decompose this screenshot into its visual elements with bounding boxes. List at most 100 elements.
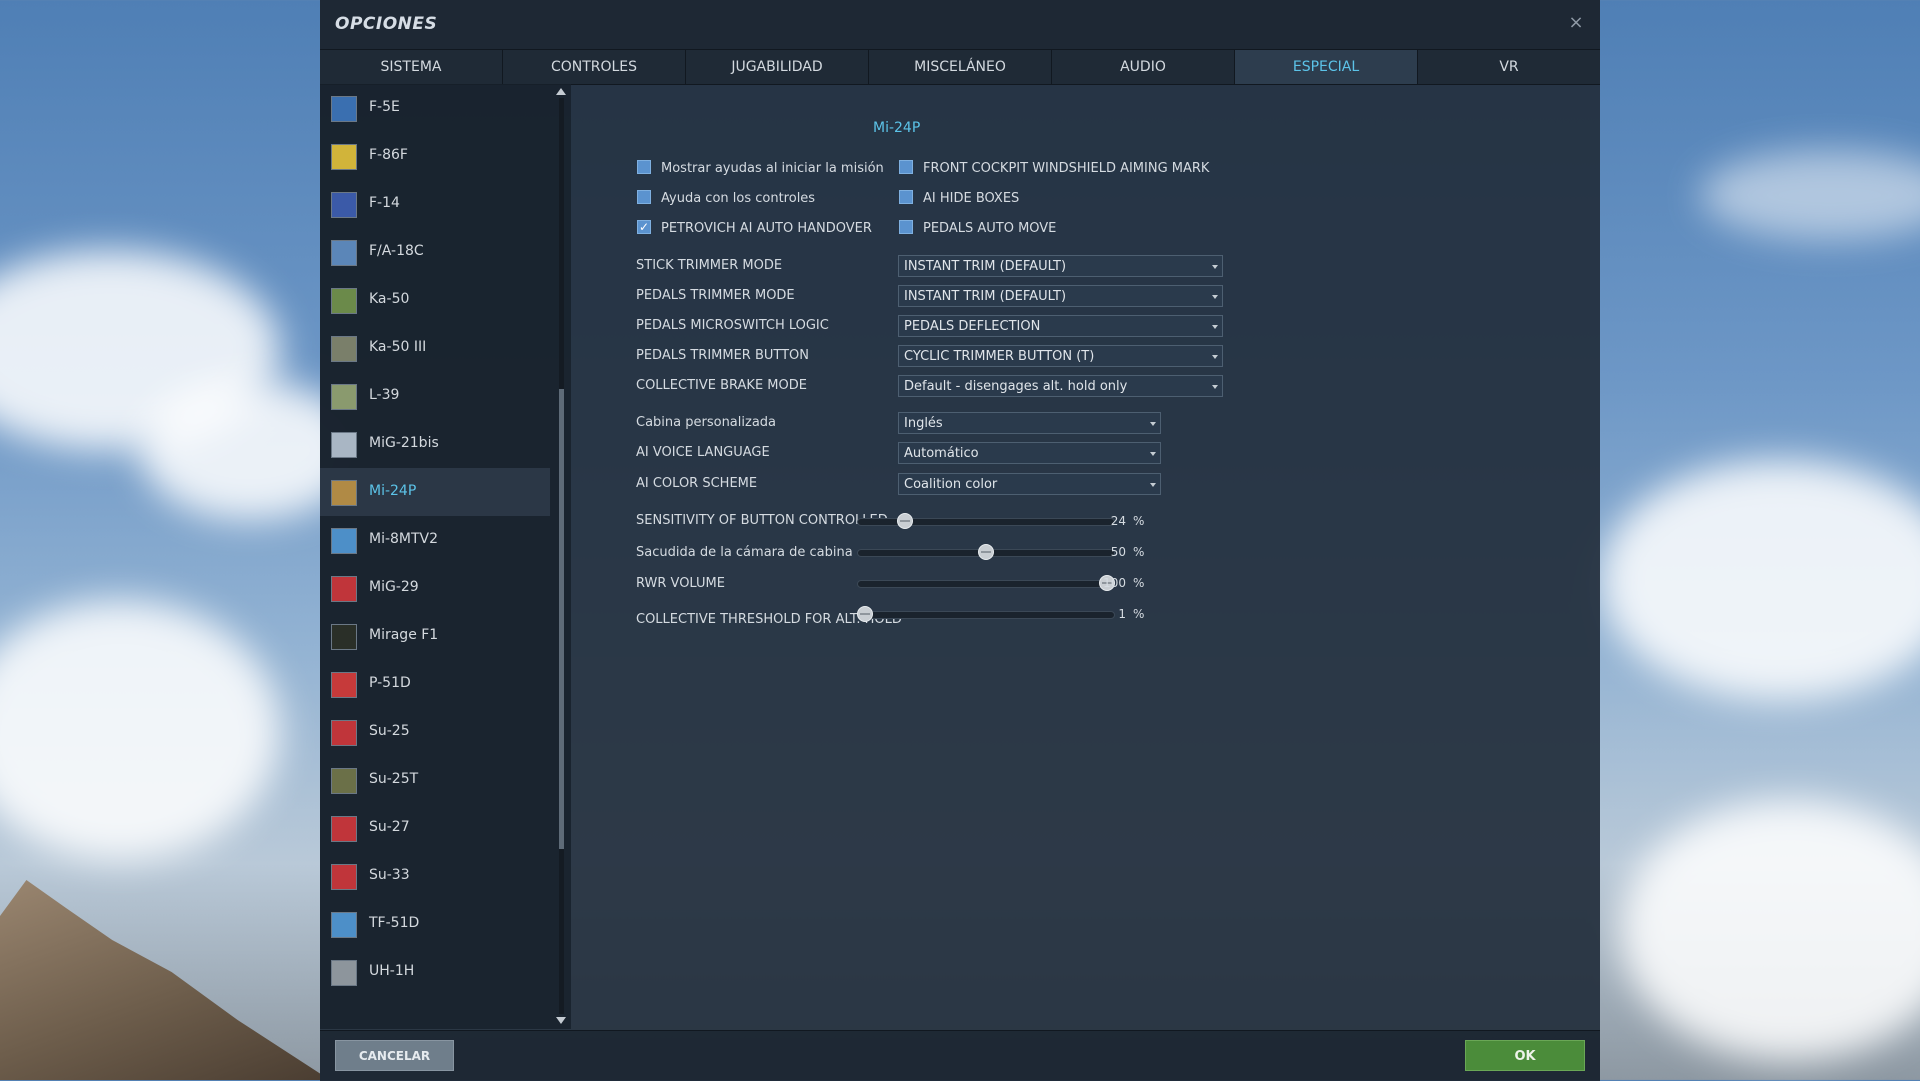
ai-voice-language-select[interactable]: Automático	[898, 442, 1161, 464]
checkbox-label: PETROVICH AI AUTO HANDOVER	[661, 221, 872, 236]
close-icon[interactable]: ×	[1566, 12, 1586, 34]
aircraft-icon	[331, 720, 357, 746]
slider-knob[interactable]	[897, 513, 914, 529]
list-item[interactable]: Mi-8MTV2	[320, 516, 550, 564]
list-item[interactable]: Su-33	[320, 852, 550, 900]
list-item[interactable]: MiG-29	[320, 564, 550, 612]
ok-button[interactable]: OK	[1465, 1040, 1585, 1071]
list-item-label: Su-25	[369, 723, 410, 739]
checkbox-box[interactable]	[637, 160, 651, 174]
tab-vr[interactable]: VR	[1418, 50, 1600, 84]
slider-track[interactable]	[857, 518, 1115, 526]
tab-audio[interactable]: AUDIO	[1052, 50, 1235, 84]
custom-cockpit-select[interactable]: Inglés	[898, 412, 1161, 434]
select-value: CYCLIC TRIMMER BUTTON (T)	[904, 349, 1095, 364]
slider-value: 24	[1110, 514, 1126, 528]
list-item[interactable]: UH-1H	[320, 948, 550, 996]
aircraft-icon	[331, 528, 357, 554]
slider-track[interactable]	[857, 580, 1115, 588]
list-item-label: Mi-24P	[369, 483, 417, 499]
list-item[interactable]: L-39	[320, 372, 550, 420]
select-value: Automático	[904, 446, 979, 461]
select-value: Default - disengages alt. hold only	[904, 379, 1128, 394]
list-item[interactable]: F/A-18C	[320, 228, 550, 276]
button-pedal-sensitivity-slider[interactable]	[857, 512, 1115, 532]
list-item[interactable]: F-14	[320, 180, 550, 228]
aircraft-icon	[331, 288, 357, 314]
chevron-down-icon	[1212, 265, 1218, 269]
aircraft-icon	[331, 192, 357, 218]
chevron-down-icon	[1150, 483, 1156, 487]
tab-controles[interactable]: CONTROLES	[503, 50, 686, 84]
checkbox-box[interactable]: ✓	[637, 220, 651, 234]
list-item[interactable]: Mi-24P	[320, 468, 550, 516]
list-item[interactable]: F-86F	[320, 132, 550, 180]
list-item-label: MiG-29	[369, 579, 419, 595]
scroll-up-icon[interactable]	[556, 88, 566, 95]
mountain-rock	[0, 880, 330, 1080]
list-item[interactable]: F-5E	[320, 84, 550, 132]
aircraft-icon	[331, 768, 357, 794]
slider-unit: %	[1133, 607, 1145, 621]
cancel-button[interactable]: CANCELAR	[335, 1040, 454, 1071]
list-item-label: Mirage F1	[369, 627, 439, 643]
aircraft-icon	[331, 480, 357, 506]
setting-label: STICK TRIMMER MODE	[636, 258, 783, 273]
aircraft-icon	[331, 384, 357, 410]
checkbox-box[interactable]	[899, 220, 913, 234]
aircraft-icon	[331, 576, 357, 602]
tab-especial[interactable]: ESPECIAL	[1235, 50, 1418, 84]
slider-knob[interactable]	[978, 544, 994, 560]
aircraft-icon	[331, 336, 357, 362]
tab-bar: SISTEMA CONTROLES JUGABILIDAD MISCELÁNEO…	[320, 49, 1600, 85]
aircraft-icon	[331, 672, 357, 698]
checkbox-box[interactable]	[899, 160, 913, 174]
cloud	[1620, 800, 1920, 1060]
list-item[interactable]: Su-25	[320, 708, 550, 756]
chevron-down-icon	[1150, 452, 1156, 456]
checkbox-label: AI HIDE BOXES	[923, 191, 1020, 206]
camera-shake-slider[interactable]	[857, 543, 1115, 563]
list-item-label: Su-33	[369, 867, 410, 883]
ai-color-scheme-select[interactable]: Coalition color	[898, 473, 1161, 495]
scroll-down-icon[interactable]	[556, 1017, 566, 1024]
list-item-label: F/A-18C	[369, 243, 424, 259]
select-value: INSTANT TRIM (DEFAULT)	[904, 289, 1067, 304]
cloud	[0, 600, 280, 860]
chevron-down-icon	[1212, 385, 1218, 389]
checkbox-box[interactable]	[637, 190, 651, 204]
pedals-trimmer-mode-select[interactable]: INSTANT TRIM (DEFAULT)	[898, 285, 1223, 307]
setting-label: PEDALS TRIMMER BUTTON	[636, 348, 810, 363]
checkbox-box[interactable]	[899, 190, 913, 204]
list-item[interactable]: P-51D	[320, 660, 550, 708]
chevron-down-icon	[1212, 325, 1218, 329]
list-item[interactable]: Ka-50 III	[320, 324, 550, 372]
rwr-volume-slider[interactable]	[857, 574, 1115, 594]
list-item[interactable]: Ka-50	[320, 276, 550, 324]
slider-track[interactable]	[857, 611, 1115, 619]
pedals-microswitch-select[interactable]: PEDALS DEFLECTION	[898, 315, 1223, 337]
dialog-header: OPCIONES ×	[320, 0, 1600, 49]
checkbox-label: FRONT COCKPIT WINDSHIELD AIMING MARK	[923, 161, 1210, 176]
stick-trimmer-mode-select[interactable]: INSTANT TRIM (DEFAULT)	[898, 255, 1223, 277]
list-item-label: F-5E	[369, 99, 400, 115]
list-item[interactable]: TF-51D	[320, 900, 550, 948]
tab-sistema[interactable]: SISTEMA	[320, 50, 503, 84]
list-item[interactable]: MiG-21bis	[320, 420, 550, 468]
pedals-trimmer-button-select[interactable]: CYCLIC TRIMMER BUTTON (T)	[898, 345, 1223, 367]
setting-label: RWR VOLUME	[636, 576, 725, 591]
list-item[interactable]: Mirage F1	[320, 612, 550, 660]
list-item[interactable]: Su-25T	[320, 756, 550, 804]
list-scrollbar[interactable]	[555, 84, 567, 1029]
collective-brake-mode-select[interactable]: Default - disengages alt. hold only	[898, 375, 1223, 397]
collective-threshold-slider[interactable]	[857, 605, 1115, 625]
slider-knob[interactable]	[857, 606, 873, 622]
tab-miscelaneo[interactable]: MISCELÁNEO	[869, 50, 1052, 84]
tab-jugabilidad[interactable]: JUGABILIDAD	[686, 50, 869, 84]
slider-unit: %	[1133, 576, 1145, 590]
chevron-down-icon	[1212, 355, 1218, 359]
cloud	[1700, 150, 1920, 240]
scroll-thumb[interactable]	[559, 389, 564, 849]
checkbox-label: PEDALS AUTO MOVE	[923, 221, 1057, 236]
list-item[interactable]: Su-27	[320, 804, 550, 852]
